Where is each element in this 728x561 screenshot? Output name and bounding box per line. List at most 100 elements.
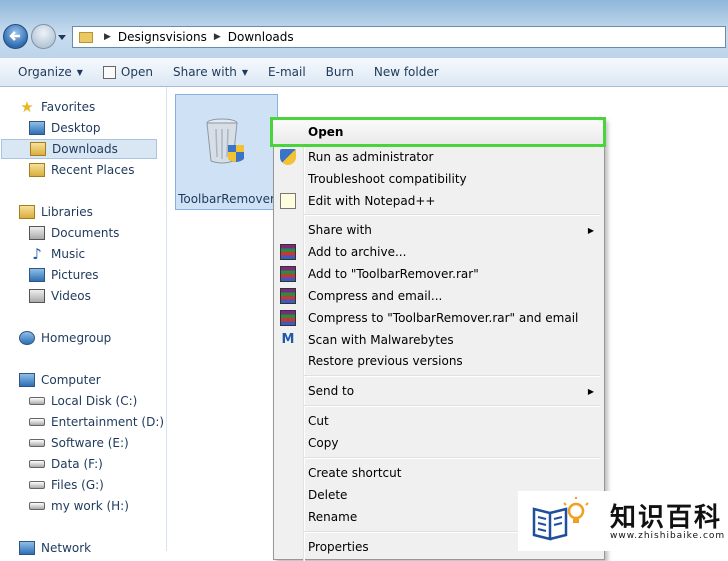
breadcrumb-separator-icon[interactable]: ▶ [214,32,221,42]
desktop-icon [29,121,45,135]
chevron-down-icon: ▼ [241,67,249,77]
menu-item-compress-email[interactable]: Compress and email... [274,285,604,307]
nav-label: Files (G:) [51,478,104,492]
drive-icon [29,397,45,405]
open-button[interactable]: Open [93,58,163,86]
nav-drive-g[interactable]: Files (G:) [29,475,104,495]
menu-item-open[interactable]: Open [270,117,606,147]
menu-item-compress-rar-email[interactable]: Compress to "ToolbarRemover.rar" and ema… [274,307,604,329]
uac-shield-icon [280,149,296,165]
nav-label: Local Disk (C:) [51,394,138,408]
open-icon [102,65,116,79]
menu-label: Troubleshoot compatibility [308,172,467,186]
nav-downloads[interactable]: Downloads [1,139,157,159]
nav-libraries[interactable]: Libraries [19,202,93,222]
menu-label: Open [308,125,344,139]
malwarebytes-icon: M [281,332,295,347]
menu-item-troubleshoot[interactable]: Troubleshoot compatibility [274,168,604,190]
nav-label: Homegroup [41,331,112,345]
share-with-label: Share with [172,65,237,79]
menu-label: Rename [308,510,358,524]
breadcrumb-separator-icon[interactable]: ▶ [104,32,111,42]
watermark-text: 知识百科 [610,503,723,533]
menu-label: Properties [308,540,369,554]
drive-icon [29,502,45,510]
videos-icon [29,289,45,303]
menu-item-send-to[interactable]: Send to ▶ [274,380,604,402]
music-note-icon: ♪ [32,245,42,263]
menu-label: Cut [308,414,329,428]
winrar-icon [280,266,296,282]
nav-label: Software (E:) [51,436,129,450]
menu-label: Send to [308,384,355,398]
file-item-toolbarremover[interactable]: ToolbarRemover [175,94,278,210]
nav-label: Desktop [51,121,101,135]
menu-item-restore-versions[interactable]: Restore previous versions [274,350,604,372]
star-icon: ★ [20,98,34,116]
menu-label: Create shortcut [308,466,402,480]
share-with-button[interactable]: Share with ▼ [163,58,258,86]
menu-separator [304,457,600,459]
menu-item-run-as-administrator[interactable]: Run as administrator [274,146,604,168]
nav-favorites[interactable]: ★ Favorites [19,97,95,117]
menu-label: Compress and email... [308,289,443,303]
burn-button[interactable]: Burn [316,58,364,86]
nav-network[interactable]: Network [19,538,91,558]
homegroup-icon [19,331,35,345]
winrar-icon [280,244,296,260]
menu-item-scan-malwarebytes[interactable]: M Scan with Malwarebytes [274,329,604,351]
nav-label: my work (H:) [51,499,129,513]
nav-recent-places[interactable]: Recent Places [29,160,134,180]
menu-item-create-shortcut[interactable]: Create shortcut [274,462,604,484]
menu-item-cut[interactable]: Cut [274,410,604,432]
file-name: ToolbarRemover [178,192,275,206]
documents-icon [29,226,45,240]
nav-music[interactable]: ♪ Music [29,244,85,264]
nav-drive-c[interactable]: Local Disk (C:) [29,391,137,411]
menu-label: Restore previous versions [308,354,463,368]
nav-label: Computer [41,373,101,387]
menu-item-copy[interactable]: Copy [274,432,604,454]
address-field[interactable]: ▶ Designsvisions ▶ Downloads [72,26,726,48]
winrar-icon [280,310,296,326]
new-folder-button[interactable]: New folder [364,58,449,86]
nav-homegroup[interactable]: Homegroup [19,328,111,348]
email-label: E-mail [268,65,306,79]
drive-icon [29,460,45,468]
chevron-down-icon: ▼ [76,67,83,77]
organize-button[interactable]: Organize ▼ [0,58,93,86]
menu-item-add-to-archive[interactable]: Add to archive... [274,241,604,263]
nav-desktop[interactable]: Desktop [29,118,101,138]
nav-computer[interactable]: Computer [19,370,101,390]
nav-drive-d[interactable]: Entertainment (D:) [29,412,164,432]
forward-button[interactable] [31,24,56,49]
notepad-plus-plus-icon [280,193,296,209]
watermark: 知识百科 www.zhishibaike.com [518,491,728,551]
nav-label: Favorites [41,100,96,114]
menu-separator [304,214,600,216]
nav-documents[interactable]: Documents [29,223,119,243]
folder-icon [79,31,93,43]
open-label: Open [120,65,153,79]
history-dropdown-icon[interactable] [58,33,66,41]
nav-label: Documents [51,226,120,240]
email-button[interactable]: E-mail [258,58,316,86]
submenu-arrow-icon: ▶ [587,386,594,396]
back-arrow-icon [9,31,20,41]
menu-item-add-to-rar[interactable]: Add to "ToolbarRemover.rar" [274,263,604,285]
nav-drive-f[interactable]: Data (F:) [29,454,103,474]
back-button[interactable] [3,24,28,49]
nav-drive-e[interactable]: Software (E:) [29,433,129,453]
menu-item-edit-notepad[interactable]: Edit with Notepad++ [274,190,604,212]
nav-videos[interactable]: Videos [29,286,91,306]
recycle-bin-icon [206,118,244,164]
breadcrumb-downloads[interactable]: Downloads [228,30,294,44]
nav-drive-h[interactable]: my work (H:) [29,496,129,516]
recent-places-icon [29,163,45,177]
menu-item-share-with[interactable]: Share with ▶ [274,219,604,241]
nav-pictures[interactable]: Pictures [29,265,99,285]
breadcrumb-designsvisions[interactable]: Designsvisions [118,30,207,44]
nav-label: Entertainment (D:) [51,415,165,429]
nav-label: Recent Places [51,163,135,177]
burn-label: Burn [325,65,354,79]
